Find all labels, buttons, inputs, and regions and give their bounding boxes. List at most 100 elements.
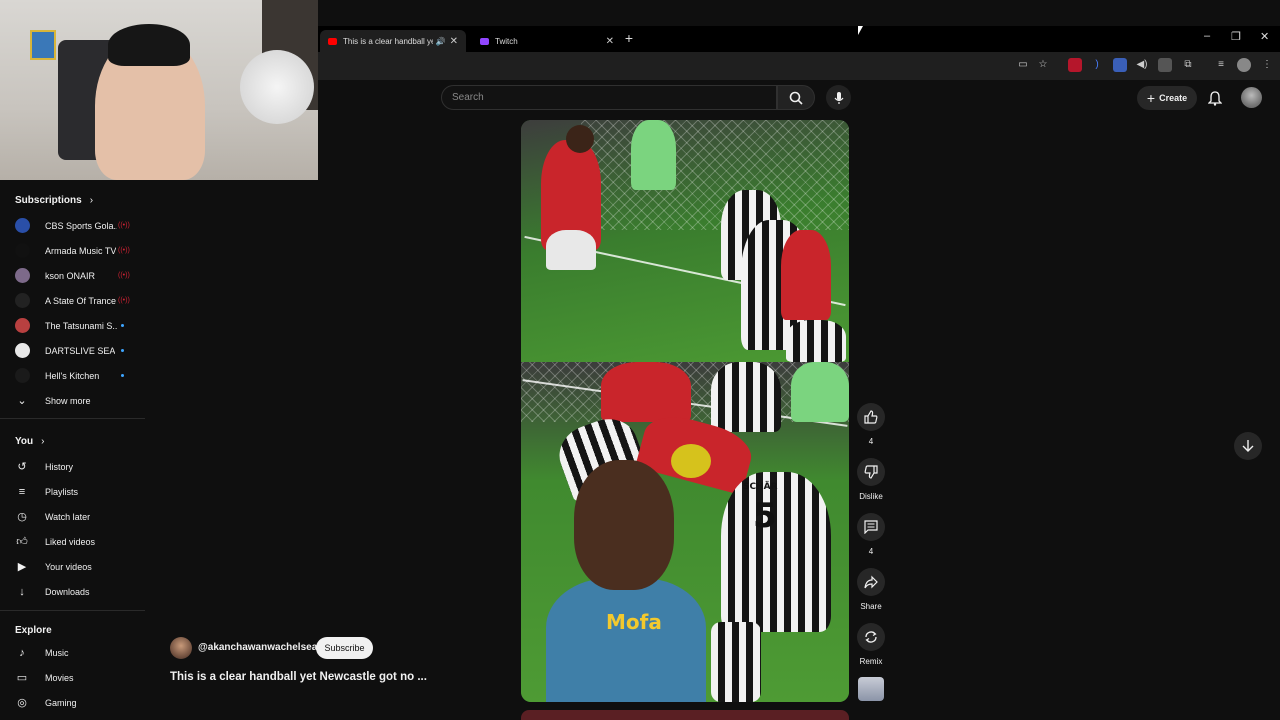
browser-tab-bar: This is a clear handball yet 🔊 ✕ Twitch …: [318, 26, 1280, 52]
remix-action[interactable]: Remix: [856, 623, 886, 666]
account-avatar[interactable]: [1241, 87, 1262, 108]
music-icon: ♪: [19, 646, 25, 659]
sidebar-item-liked-videos[interactable]: 👍︎ Liked videos: [0, 529, 145, 554]
sidebar-item-downloads[interactable]: ↓ Downloads: [0, 579, 145, 604]
next-short-preview[interactable]: [521, 710, 849, 720]
chevron-right-icon: ›: [41, 436, 45, 447]
next-short-button[interactable]: [1234, 432, 1262, 460]
youtube-icon: [328, 37, 337, 45]
new-tab-button[interactable]: +: [622, 30, 636, 48]
share-action[interactable]: Share: [856, 568, 886, 611]
goalkeeper: [631, 120, 676, 190]
extensions-puzzle-icon[interactable]: ⧉: [1181, 58, 1195, 72]
like-button[interactable]: [857, 403, 885, 431]
tab-twitch[interactable]: Twitch ✕: [472, 30, 622, 52]
subscription-item[interactable]: Hell's Kitchen: [0, 363, 145, 388]
bookmark-star-icon[interactable]: ☆: [1036, 58, 1050, 72]
subscription-item[interactable]: The Tatsunami S...: [0, 313, 145, 338]
sidebar-item-playlists[interactable]: ≡ Playlists: [0, 479, 145, 504]
microphone-icon: [834, 91, 843, 104]
extension-icon[interactable]: [1068, 58, 1082, 72]
desk-fan: [240, 50, 314, 124]
history-icon: ↺: [17, 461, 27, 473]
subscribe-button[interactable]: Subscribe: [316, 637, 373, 659]
create-button[interactable]: + Create: [1137, 86, 1197, 110]
sidebar-item-gaming[interactable]: ◎ Gaming: [0, 690, 145, 715]
like-action[interactable]: 4: [856, 403, 886, 446]
subscriptions-heading[interactable]: Subscriptions ›: [15, 195, 93, 206]
sidebar: Subscriptions › CBS Sports Gola... ((•)) Ar…: [0, 180, 145, 720]
subscription-item[interactable]: DARTSLIVE SEA: [0, 338, 145, 363]
close-tab-icon[interactable]: ✕: [450, 36, 458, 47]
dislike-button[interactable]: [857, 458, 885, 486]
comments-action[interactable]: 4: [856, 513, 886, 556]
twitch-icon: [480, 37, 489, 45]
tab-youtube[interactable]: This is a clear handball yet 🔊 ✕: [320, 30, 466, 52]
search-button[interactable]: [777, 85, 815, 110]
live-icon: ((•)): [118, 297, 130, 304]
cast-icon[interactable]: ▭: [1016, 58, 1030, 72]
subscription-item[interactable]: Armada Music TV ((•)): [0, 238, 145, 263]
subscription-item[interactable]: A State Of Trance ((•)): [0, 288, 145, 313]
close-tab-icon[interactable]: ✕: [606, 36, 614, 47]
sidebar-item-movies[interactable]: ▭ Movies: [0, 665, 145, 690]
sidebar-item-watch-later[interactable]: ◷ Watch later: [0, 504, 145, 529]
channel-avatar: [15, 343, 30, 358]
shirt-logo: Mofa: [606, 610, 662, 634]
sidebar-item-history[interactable]: ↺ History: [0, 454, 145, 479]
reading-list-icon[interactable]: ≡: [1214, 58, 1228, 72]
player-shorts: [546, 230, 596, 270]
volume-icon[interactable]: ◀): [1135, 58, 1149, 72]
subscription-label: DARTSLIVE SEA: [45, 345, 116, 356]
you-heading[interactable]: You ›: [15, 436, 45, 447]
sidebar-item-label: Watch later: [45, 511, 91, 522]
shirt-number: 5: [753, 496, 777, 536]
your-videos-icon: ▶: [17, 561, 27, 573]
search-icon: [789, 91, 803, 105]
browser-menu-icon[interactable]: ⋮: [1260, 58, 1274, 72]
sidebar-item-label: History: [45, 461, 74, 472]
screen: This is a clear handball yet 🔊 ✕ Twitch …: [0, 0, 1280, 720]
remix-button[interactable]: [857, 623, 885, 651]
short-video-player[interactable]: SCHÄR 5 Mofa: [521, 120, 849, 702]
channel-avatar[interactable]: [170, 637, 192, 659]
short-title[interactable]: This is a clear handball yet Newcastle g…: [170, 671, 427, 683]
search-input[interactable]: Search: [441, 85, 777, 110]
thumbs-down-icon: [864, 465, 878, 479]
thumbs-up-icon: [864, 410, 878, 424]
player-legs: [711, 622, 761, 702]
sidebar-item-music[interactable]: ♪ Music: [0, 640, 145, 665]
plus-icon: +: [1146, 90, 1156, 106]
voice-search-button[interactable]: [826, 85, 851, 110]
minimize-button[interactable]: –: [1204, 30, 1210, 42]
extension-icon[interactable]: [1158, 58, 1172, 72]
audio-source-thumbnail[interactable]: [858, 677, 884, 701]
sidebar-item-label: Your videos: [45, 561, 92, 572]
sidebar-item-your-videos[interactable]: ▶ Your videos: [0, 554, 145, 579]
dislike-action[interactable]: Dislike: [856, 458, 886, 501]
comments-button[interactable]: [857, 513, 885, 541]
restore-button[interactable]: ❐: [1231, 30, 1241, 43]
sidebar-item-label: Downloads: [45, 586, 90, 597]
channel-name[interactable]: @akanchawanwachelsea: [198, 642, 317, 653]
comment-count: 4: [868, 547, 874, 556]
speaker-icon[interactable]: 🔊: [436, 37, 446, 46]
extension-icon[interactable]: [1113, 58, 1127, 72]
extension-icon[interactable]: ): [1090, 58, 1104, 72]
share-button[interactable]: [857, 568, 885, 596]
channel-avatar: [15, 318, 30, 333]
bell-icon: [1208, 90, 1222, 106]
subscription-item[interactable]: kson ONAIR ((•)): [0, 263, 145, 288]
notifications-button[interactable]: [1205, 88, 1225, 108]
gaming-icon: ◎: [17, 697, 27, 709]
sidebar-item-label: Gaming: [45, 697, 77, 708]
subscription-item[interactable]: CBS Sports Gola... ((•)): [0, 213, 145, 238]
playlists-icon: ≡: [18, 485, 26, 498]
show-more-button[interactable]: ⌄ Show more: [0, 388, 145, 413]
channel-avatar: [15, 268, 30, 283]
channel-avatar: [15, 243, 30, 258]
live-icon: ((•)): [118, 247, 130, 254]
profile-icon[interactable]: [1237, 58, 1251, 72]
like-count: 4: [868, 437, 874, 446]
close-window-button[interactable]: ✕: [1260, 30, 1269, 43]
